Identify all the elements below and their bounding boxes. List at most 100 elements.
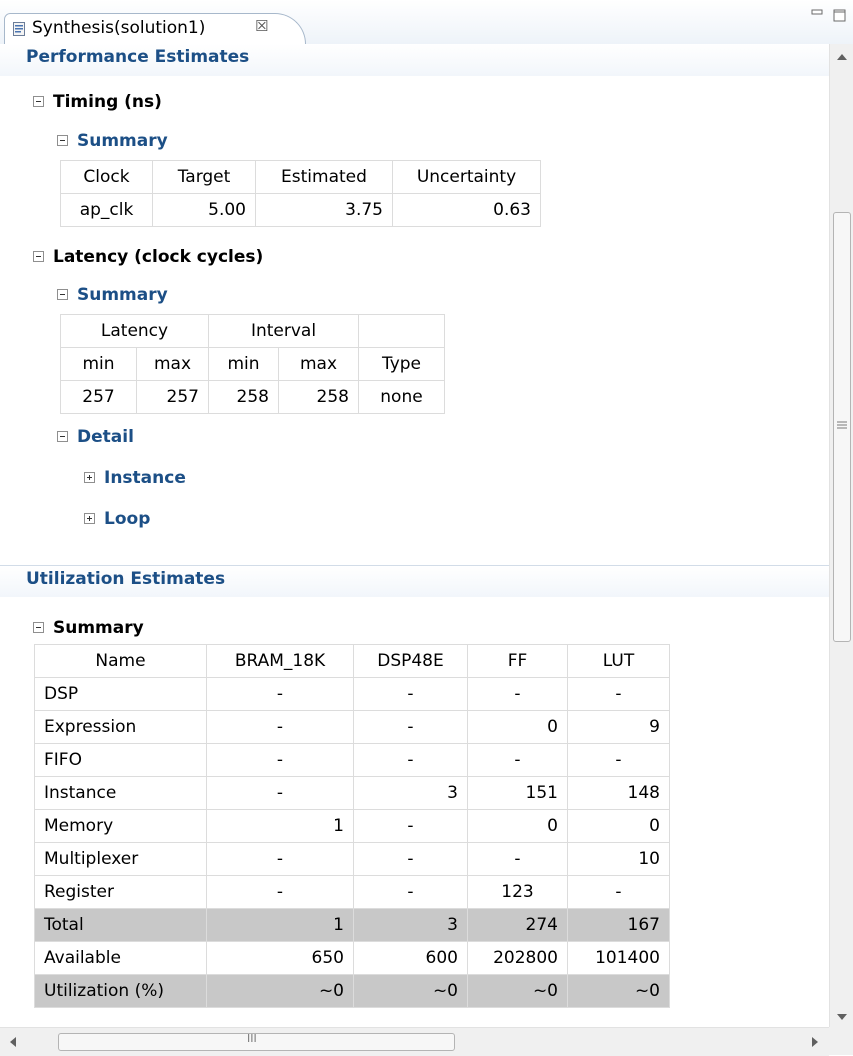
utilization-summary-heading[interactable]: Summary (33, 618, 144, 638)
table-cell: ap_clk (60, 193, 153, 227)
table-header: max (278, 347, 359, 381)
grip-icon (837, 421, 847, 429)
table-cell: - (353, 875, 468, 909)
table-cell: - (353, 710, 468, 744)
table-cell: DSP (34, 677, 207, 711)
table-header: min (60, 347, 137, 381)
table-cell: - (567, 743, 670, 777)
table-cell: - (467, 677, 568, 711)
table-cell: none (358, 380, 445, 414)
collapse-icon[interactable] (33, 251, 44, 262)
table-cell: 258 (208, 380, 279, 414)
table-cell: 151 (467, 776, 568, 810)
expand-icon[interactable] (84, 513, 95, 524)
table-header: max (136, 347, 209, 381)
table-cell: 1 (206, 908, 354, 942)
table-cell: - (206, 875, 354, 909)
table-cell: Memory (34, 809, 207, 843)
table-cell: ~0 (567, 974, 670, 1008)
table-cell: 10 (567, 842, 670, 876)
scroll-down-icon[interactable] (836, 1012, 848, 1022)
report-content: Performance Estimates Timing (ns) Summar… (0, 44, 829, 1027)
utilization-summary-table: Name BRAM_18K DSP48E FF LUT DSP - - - - … (34, 644, 670, 1008)
table-row: Instance - 3 151 148 (34, 776, 670, 810)
table-cell: 650 (206, 941, 354, 975)
table-row: Multiplexer - - - 10 (34, 842, 670, 876)
table-row: Register - - 123 - (34, 875, 670, 909)
table-cell: Register (34, 875, 207, 909)
table-cell: Expression (34, 710, 207, 744)
table-header: min (208, 347, 279, 381)
table-cell: - (353, 809, 468, 843)
table-cell: 123 (467, 875, 568, 909)
table-row: FIFO - - - - (34, 743, 670, 777)
table-header: DSP48E (353, 644, 468, 678)
table-cell: 3.75 (255, 193, 393, 227)
table-row: ap_clk 5.00 3.75 0.63 (60, 193, 541, 227)
latency-summary-title: Summary (77, 285, 168, 305)
latency-heading[interactable]: Latency (clock cycles) (33, 247, 263, 267)
detail-title: Detail (77, 427, 134, 447)
table-cell: 257 (60, 380, 137, 414)
maximize-icon[interactable] (831, 6, 849, 24)
table-cell: - (353, 677, 468, 711)
timing-summary-title: Summary (77, 131, 168, 151)
table-cell: 0.63 (392, 193, 541, 227)
table-header: Name (34, 644, 207, 678)
scroll-left-icon[interactable] (8, 1036, 18, 1048)
table-cell: 0 (567, 809, 670, 843)
detail-heading[interactable]: Detail (57, 427, 134, 447)
instance-title: Instance (104, 468, 186, 488)
latency-title: Latency (clock cycles) (53, 247, 264, 267)
scroll-up-icon[interactable] (836, 52, 848, 62)
collapse-icon[interactable] (33, 96, 44, 107)
table-cell: 5.00 (152, 193, 256, 227)
table-cell: - (206, 677, 354, 711)
horizontal-scroll-thumb[interactable]: III (58, 1032, 455, 1051)
vertical-scroll-thumb[interactable] (833, 212, 851, 642)
table-cell: - (467, 842, 568, 876)
close-tab-icon[interactable]: ☒ (255, 17, 268, 35)
loop-title: Loop (104, 509, 151, 529)
table-cell: - (353, 743, 468, 777)
instance-heading[interactable]: Instance (84, 468, 186, 488)
tab-title: Synthesis(solution1) (32, 18, 206, 38)
collapse-icon[interactable] (57, 135, 68, 146)
latency-summary-heading[interactable]: Summary (57, 285, 168, 305)
table-row: 257 257 258 258 none (60, 380, 445, 414)
table-cell: 258 (278, 380, 359, 414)
expand-icon[interactable] (84, 472, 95, 483)
available-row: Available 650 600 202800 101400 (34, 941, 670, 975)
table-cell: 600 (353, 941, 468, 975)
table-header: Clock (60, 160, 153, 194)
vertical-scrollbar[interactable] (829, 44, 853, 1027)
minimize-icon[interactable] (808, 6, 826, 24)
table-header-row: Name BRAM_18K DSP48E FF LUT (34, 644, 670, 678)
table-cell: FIFO (34, 743, 207, 777)
scroll-right-icon[interactable] (810, 1036, 820, 1048)
table-cell: 257 (136, 380, 209, 414)
table-cell: 0 (467, 809, 568, 843)
collapse-icon[interactable] (57, 431, 68, 442)
table-header: Uncertainty (392, 160, 541, 194)
table-cell: - (353, 842, 468, 876)
grip-icon: III (247, 1032, 257, 1045)
collapse-icon[interactable] (57, 289, 68, 300)
latency-summary-table: Latency Interval min max min max Type 25… (60, 314, 445, 414)
timing-summary-heading[interactable]: Summary (57, 131, 168, 151)
table-cell: Utilization (%) (34, 974, 207, 1008)
table-header: Estimated (255, 160, 393, 194)
loop-heading[interactable]: Loop (84, 509, 150, 529)
tab-synthesis[interactable]: Synthesis(solution1) ☒ (4, 13, 306, 44)
table-cell: 9 (567, 710, 670, 744)
horizontal-scrollbar[interactable]: III (0, 1027, 829, 1056)
table-cell: 167 (567, 908, 670, 942)
table-cell: 3 (353, 776, 468, 810)
collapse-icon[interactable] (33, 622, 44, 633)
timing-heading[interactable]: Timing (ns) (33, 92, 162, 112)
utilization-percent-row: Utilization (%) ~0 ~0 ~0 ~0 (34, 974, 670, 1008)
table-header: BRAM_18K (206, 644, 354, 678)
report-file-icon (13, 22, 25, 36)
table-row: Expression - - 0 9 (34, 710, 670, 744)
scrollbar-corner (829, 1027, 853, 1055)
